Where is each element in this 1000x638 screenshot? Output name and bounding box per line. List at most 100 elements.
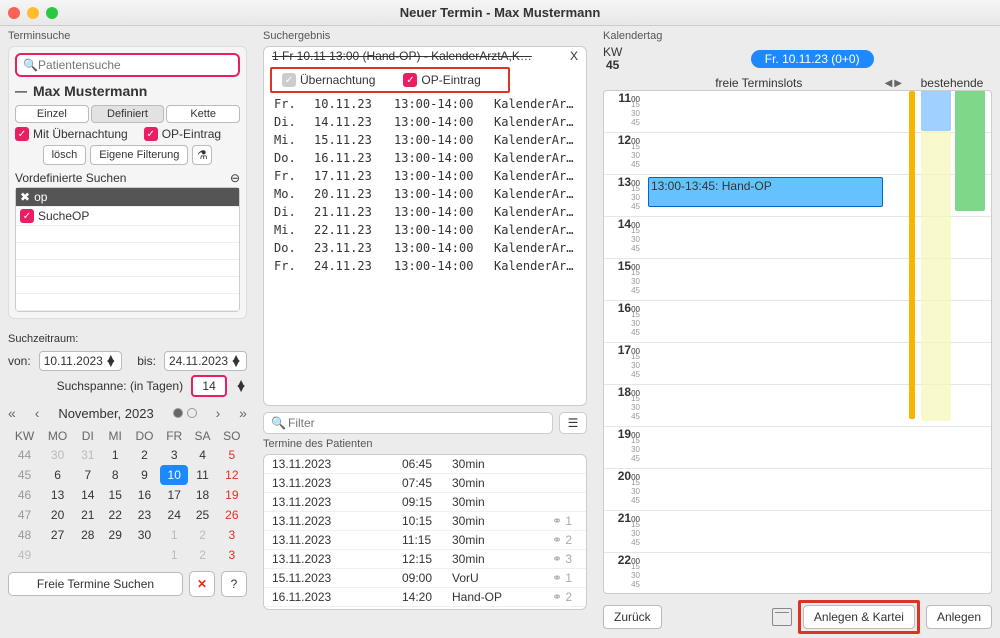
cal-day[interactable]: 23: [129, 505, 160, 525]
result-row[interactable]: Di.14.11.2313:00-14:00KalenderAr…: [264, 113, 586, 131]
patient-row[interactable]: 15.11.202309:00VorU⚭ 1: [264, 569, 586, 588]
chk-op-eintrag[interactable]: ✓OP-Eintrag: [144, 127, 221, 141]
minimize-window[interactable]: [27, 7, 39, 19]
von-date[interactable]: 10.11.2023▲▼: [39, 351, 122, 371]
patient-toggle[interactable]: —: [15, 84, 27, 98]
result-filter-input[interactable]: [263, 412, 553, 434]
cal-day[interactable]: 5: [217, 445, 247, 465]
cal-day[interactable]: 4: [188, 445, 216, 465]
patient-row[interactable]: 17.11.202311:00NachU⚭ 3: [264, 607, 586, 610]
maximize-window[interactable]: [46, 7, 58, 19]
result-row[interactable]: Mi.15.11.2313:00-14:00KalenderAr…: [264, 131, 586, 149]
cal-day[interactable]: 2: [129, 445, 160, 465]
cal-day[interactable]: 2: [188, 525, 216, 545]
btn-help[interactable]: ?: [221, 571, 247, 597]
cal-day[interactable]: [102, 545, 129, 565]
cal-day[interactable]: 48: [8, 525, 41, 545]
seg-einzel[interactable]: Einzel: [15, 105, 89, 123]
cal-day[interactable]: 25: [188, 505, 216, 525]
patient-row[interactable]: 13.11.202309:1530min: [264, 493, 586, 512]
result-row[interactable]: Mi.22.11.2313:00-14:00KalenderAr…: [264, 221, 586, 239]
cal-day[interactable]: 3: [160, 445, 188, 465]
date-pill[interactable]: Fr. 10.11.23 (0+0): [751, 50, 874, 68]
cal-day[interactable]: 14: [74, 485, 101, 505]
patient-row[interactable]: 16.11.202314:20Hand-OP⚭ 2: [264, 588, 586, 607]
cal-day[interactable]: 3: [217, 525, 247, 545]
chk-uebernachtung[interactable]: ✓Mit Übernachtung: [15, 127, 128, 141]
patient-row[interactable]: 13.11.202306:4530min: [264, 455, 586, 474]
patient-row[interactable]: 13.11.202312:1530min⚭ 3: [264, 550, 586, 569]
cal-day[interactable]: 30: [41, 445, 74, 465]
result-close[interactable]: X: [570, 49, 578, 63]
cal-day[interactable]: 22: [102, 505, 129, 525]
predef-item-op[interactable]: ✖op: [16, 188, 239, 207]
cal-day[interactable]: 47: [8, 505, 41, 525]
cal-prev[interactable]: ‹: [35, 405, 40, 421]
btn-clear[interactable]: ✕: [189, 571, 215, 597]
btn-anlegen[interactable]: Anlegen: [926, 605, 992, 629]
result-row[interactable]: Mo.20.11.2313:00-14:00KalenderAr…: [264, 185, 586, 203]
cal-day[interactable]: [41, 545, 74, 565]
close-window[interactable]: [8, 7, 20, 19]
cal-day[interactable]: 46: [8, 485, 41, 505]
cal-day[interactable]: 29: [102, 525, 129, 545]
seg-kette[interactable]: Kette: [166, 105, 240, 123]
cal-day[interactable]: 6: [41, 465, 74, 485]
slot-next[interactable]: ▶: [894, 78, 902, 89]
patient-row[interactable]: 13.11.202310:1530min⚭ 1: [264, 512, 586, 531]
cal-day[interactable]: 18: [188, 485, 216, 505]
cal-day[interactable]: 28: [74, 525, 101, 545]
result-row[interactable]: Do.23.11.2313:00-14:00KalenderAr…: [264, 239, 586, 257]
result-row[interactable]: Fr.10.11.2313:00-14:00KalenderAr…: [264, 95, 586, 113]
cal-next[interactable]: ›: [216, 405, 221, 421]
result-row[interactable]: Di.21.11.2313:00-14:00KalenderAr…: [264, 203, 586, 221]
cal-day[interactable]: 2: [188, 545, 216, 565]
cal-day[interactable]: 13: [41, 485, 74, 505]
cal-day[interactable]: 9: [129, 465, 160, 485]
cal-day[interactable]: 7: [74, 465, 101, 485]
cal-day[interactable]: 19: [217, 485, 247, 505]
cal-day[interactable]: 3: [217, 545, 247, 565]
mini-calendar[interactable]: KWMODIMIDOFRSASO 44303112345456789101112…: [8, 427, 247, 565]
cal-day[interactable]: 1: [160, 545, 188, 565]
cal-day[interactable]: 12: [217, 465, 247, 485]
cal-day[interactable]: 15: [102, 485, 129, 505]
calendar-icon[interactable]: [772, 608, 792, 626]
cal-day[interactable]: [74, 545, 101, 565]
btn-anlegen-kartei[interactable]: Anlegen & Kartei: [803, 605, 915, 629]
cal-day[interactable]: 21: [74, 505, 101, 525]
cal-day[interactable]: 24: [160, 505, 188, 525]
cal-day[interactable]: 30: [129, 525, 160, 545]
predef-item-sucheop[interactable]: ✓SucheOP: [16, 207, 239, 226]
patient-row[interactable]: 13.11.202311:1530min⚭ 2: [264, 531, 586, 550]
cal-day[interactable]: 44: [8, 445, 41, 465]
patient-search[interactable]: 🔍: [15, 53, 240, 77]
patient-row[interactable]: 13.11.202307:4530min: [264, 474, 586, 493]
cal-day[interactable]: 10: [160, 465, 188, 485]
cal-day[interactable]: 1: [102, 445, 129, 465]
cal-day[interactable]: [129, 545, 160, 565]
day-calendar[interactable]: 1100153045120015304513001530451400153045…: [603, 90, 992, 594]
cal-day[interactable]: 8: [102, 465, 129, 485]
appointment-block[interactable]: 13:00-13:45: Hand-OP: [648, 177, 883, 207]
cal-day[interactable]: 17: [160, 485, 188, 505]
suchspanne-input[interactable]: 14: [191, 375, 227, 397]
cal-day[interactable]: 49: [8, 545, 41, 565]
cal-day[interactable]: 16: [129, 485, 160, 505]
cal-day[interactable]: 20: [41, 505, 74, 525]
cal-day[interactable]: 45: [8, 465, 41, 485]
result-chk-op[interactable]: ✓OP-Eintrag: [403, 73, 480, 87]
btn-eigene-filterung[interactable]: Eigene Filterung: [90, 145, 188, 165]
adjust-icon[interactable]: ☰: [559, 412, 587, 434]
bis-date[interactable]: 24.11.2023▲▼: [164, 351, 247, 371]
btn-freie-termine[interactable]: Freie Termine Suchen: [8, 572, 183, 596]
result-chk-uebernachtung[interactable]: ✓Übernachtung: [282, 73, 375, 87]
slot-prev[interactable]: ◀: [885, 78, 893, 89]
btn-zurueck[interactable]: Zurück: [603, 605, 662, 629]
cal-day[interactable]: 11: [188, 465, 216, 485]
cal-day[interactable]: 26: [217, 505, 247, 525]
result-row[interactable]: Fr.24.11.2313:00-14:00KalenderAr…: [264, 257, 586, 275]
cal-next-fast[interactable]: »: [239, 405, 247, 421]
filter-icon[interactable]: ⚗: [192, 145, 212, 165]
cal-day[interactable]: 27: [41, 525, 74, 545]
